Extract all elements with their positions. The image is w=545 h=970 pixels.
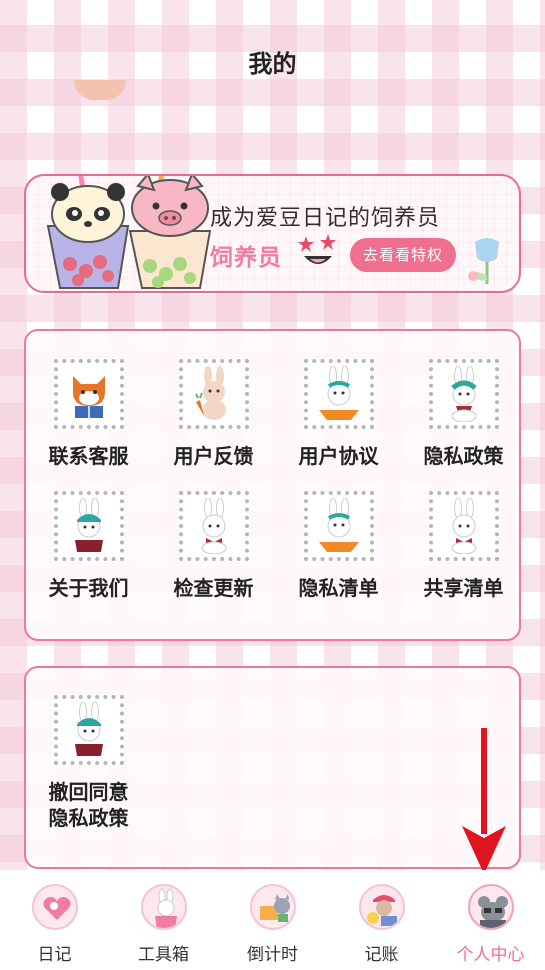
toolbox-bunny-icon (140, 884, 187, 930)
grid-item-about-us[interactable]: 关于我们 (26, 491, 151, 601)
vip-title: 成为爱豆日记的饲养员 (210, 206, 441, 231)
grid-item-label: 用户反馈 (173, 444, 254, 468)
tab-label: 个人中心 (456, 945, 525, 965)
grid-item-label: 撤回同意 隐私政策 (26, 779, 151, 831)
grid-item-label: 关于我们 (48, 576, 129, 600)
star-eyes-face-icon (298, 234, 336, 264)
bunny-bow-icon (178, 491, 249, 561)
grid-item-label: 检查更新 (173, 576, 254, 600)
grid-item-user-agreement[interactable]: 用户协议 (276, 359, 401, 469)
grid-item-label: 隐私政策 (423, 444, 504, 468)
tab-bar: 日记 工具箱 倒计时 记账 个人中心 (0, 870, 545, 970)
grid-item-check-update[interactable]: 检查更新 (151, 491, 276, 601)
grid-item-privacy-policy[interactable]: 隐私政策 (401, 359, 526, 469)
bubble-tea-mascots-icon (46, 176, 212, 289)
bunny-orange-icon (303, 491, 374, 561)
grid-item-label-line1: 撤回同意 (48, 780, 129, 804)
countdown-cat-icon (249, 884, 296, 930)
grid-item-privacy-list[interactable]: 隐私清单 (276, 491, 401, 601)
grid-item-label: 联系客服 (48, 444, 129, 468)
grid-item-label-line2: 隐私政策 (48, 806, 129, 830)
vip-tag: 饲养员 (210, 245, 282, 271)
bunny-scarf-icon (428, 359, 499, 429)
ledger-bear-icon (358, 884, 405, 930)
grid-item-contact-support[interactable]: 联系客服 (26, 359, 151, 469)
fox-reading-icon (53, 359, 124, 429)
bunny-orange-icon (303, 359, 374, 429)
grid-item-label: 用户协议 (298, 444, 379, 468)
view-privileges-button[interactable]: 去看看特权 (350, 238, 456, 272)
tab-label: 日记 (37, 945, 72, 965)
extra-grid: 撤回同意 隐私政策 (24, 666, 521, 869)
menu-grid: 联系客服 用户反馈 用户协议 隐私政策 关于我们 检查更新 隐私清单 共享清单 (24, 329, 521, 641)
tab-countdown[interactable]: 倒计时 (218, 884, 327, 965)
grid-item-user-feedback[interactable]: 用户反馈 (151, 359, 276, 469)
grid-item-label: 隐私清单 (298, 576, 379, 600)
page-title: 我的 (248, 50, 297, 78)
bunny-hat-icon (53, 695, 124, 765)
bunny-bow-icon (428, 491, 499, 561)
grid-item-sharing-list[interactable]: 共享清单 (401, 491, 526, 601)
tab-profile[interactable]: 个人中心 (436, 884, 545, 965)
red-arrow-icon (462, 728, 506, 874)
tab-label: 工具箱 (138, 945, 189, 965)
avatar[interactable] (74, 80, 126, 100)
tab-diary[interactable]: 日记 (0, 884, 109, 965)
tab-label: 记账 (364, 945, 399, 965)
tulip-icon (468, 238, 499, 284)
tab-ledger[interactable]: 记账 (327, 884, 436, 965)
bunny-hat-icon (53, 491, 124, 561)
tab-label: 倒计时 (247, 945, 298, 965)
bunny-carrot-icon (178, 359, 249, 429)
diary-heart-icon (31, 884, 78, 930)
grid-item-label: 共享清单 (423, 576, 504, 600)
tab-toolbox[interactable]: 工具箱 (109, 884, 218, 965)
grid-item-withdraw-consent[interactable]: 撤回同意 隐私政策 (26, 695, 151, 831)
profile-mouse-icon (467, 884, 514, 930)
vip-banner[interactable]: 成为爱豆日记的饲养员 饲养员 去看看特权 (24, 174, 521, 293)
